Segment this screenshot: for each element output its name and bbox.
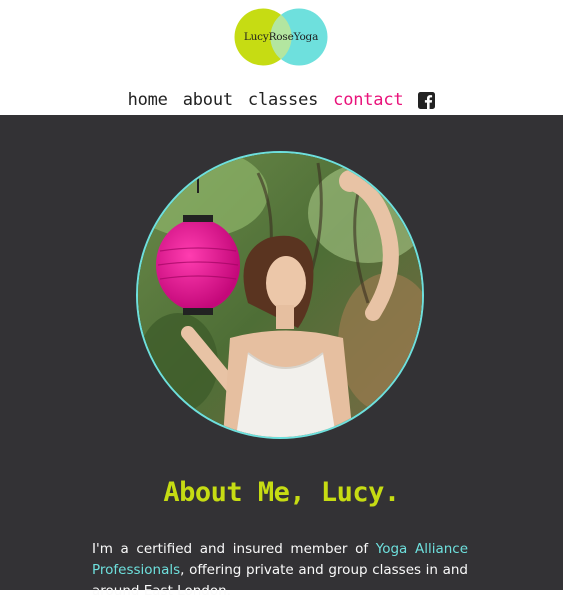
nav-classes[interactable]: classes xyxy=(248,90,318,110)
profile-photo-image xyxy=(138,153,422,437)
logo-text: LucyRoseYoga xyxy=(243,31,319,43)
main-nav: home about classes contact xyxy=(0,88,563,112)
about-title: About Me, Lucy. xyxy=(163,477,400,508)
nav-contact[interactable]: contact xyxy=(333,90,403,110)
site-header: LucyRoseYoga home about classes contact xyxy=(0,0,563,115)
nav-about[interactable]: about xyxy=(183,90,233,110)
about-text-prefix: I'm a certified and insured member of xyxy=(92,540,376,557)
about-intro-paragraph: I'm a certified and insured member of Yo… xyxy=(92,539,468,602)
about-section: About Me, Lucy. I'm a certified and insu… xyxy=(0,115,563,599)
site-logo[interactable]: LucyRoseYoga xyxy=(234,8,328,66)
profile-photo xyxy=(136,151,424,439)
nav-home[interactable]: home xyxy=(128,90,168,110)
facebook-icon[interactable] xyxy=(418,91,436,109)
